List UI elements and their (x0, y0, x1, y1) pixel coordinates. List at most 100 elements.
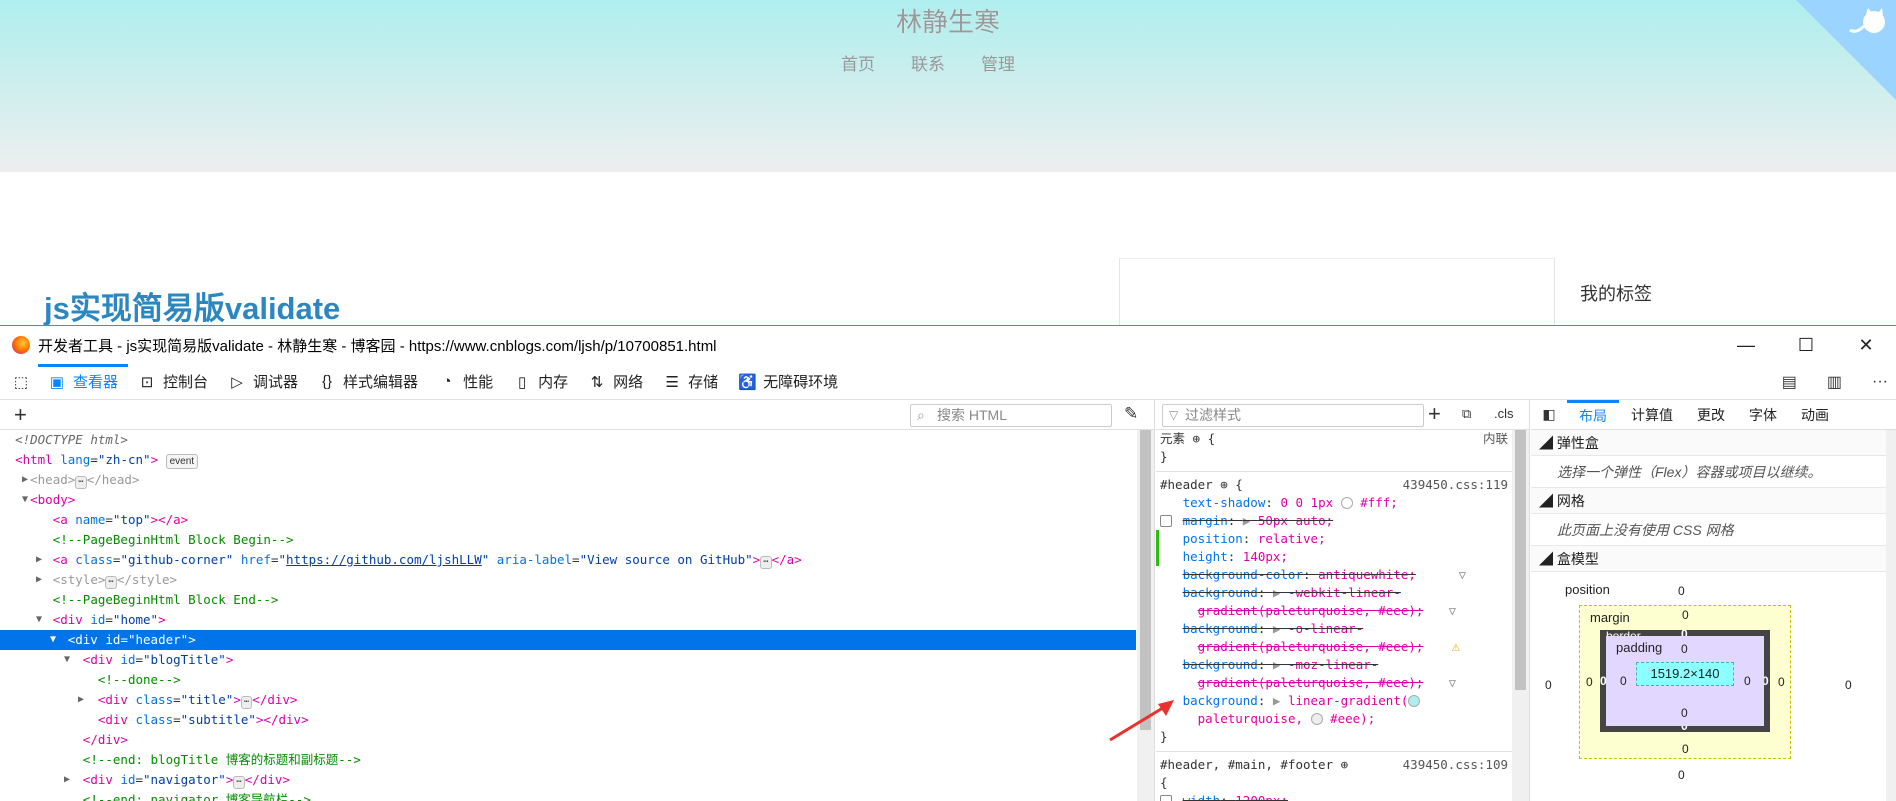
warning-icon[interactable]: ⚠ (1452, 638, 1460, 656)
filter-styles-input[interactable]: ▽ 过滤样式 (1162, 404, 1424, 427)
padding-top-value[interactable]: 0 (1681, 642, 1688, 656)
tab-layout[interactable]: 布局 (1567, 399, 1619, 430)
split-console-icon[interactable]: ▤ (1782, 372, 1797, 392)
nav-contact[interactable]: 联系 (911, 50, 945, 75)
collapse-toggle[interactable]: ▼ (50, 630, 56, 650)
declaration-checkbox[interactable] (1160, 515, 1172, 527)
markup-line-selected[interactable]: ▼ <div id="header"> (0, 630, 1136, 650)
toggle-sidebar-icon[interactable]: ◧ (1531, 406, 1567, 423)
markup-scrollbar[interactable] (1137, 430, 1154, 801)
tab-debugger[interactable]: ▷ 调试器 (218, 364, 308, 400)
scrollbar-thumb[interactable] (1140, 430, 1151, 730)
grid-accordion[interactable]: ◢ 网格 (1531, 488, 1896, 514)
github-corner[interactable] (1796, 0, 1896, 100)
post-title[interactable]: js实现简易版validate (44, 283, 340, 328)
minimize-button[interactable]: — (1716, 326, 1776, 364)
event-badge[interactable]: event (165, 454, 199, 469)
tab-storage[interactable]: ☰ 存储 (653, 364, 728, 400)
content-size[interactable]: 1519.2×140 (1636, 662, 1734, 686)
position-top-value[interactable]: 0 (1678, 584, 1685, 598)
declaration-overridden[interactable]: background-color: antiquewhite; ▽ (1156, 566, 1512, 584)
tab-animations[interactable]: 动画 (1789, 400, 1841, 430)
filter-overridden-icon[interactable]: ▽ (1459, 566, 1466, 584)
more-options-button[interactable]: ··· (1872, 373, 1888, 391)
filter-overridden-icon[interactable]: ▽ (1449, 674, 1456, 692)
expand-toggle[interactable]: ▶ (36, 550, 42, 570)
tab-fonts[interactable]: 字体 (1737, 400, 1789, 430)
markup-line[interactable]: ▶ <head> ⋯ </head> (0, 470, 1136, 490)
markup-line[interactable]: ▶ <style> ⋯ </style> (0, 570, 1136, 590)
position-bottom-value[interactable]: 0 (1678, 768, 1685, 782)
markup-line[interactable]: <!--end: navigator 博客导航栏--> (0, 790, 1136, 801)
markup-line[interactable]: </div> (0, 730, 1136, 750)
tab-style-editor[interactable]: {} 样式编辑器 (308, 364, 428, 400)
collapse-toggle[interactable]: ▼ (22, 490, 28, 510)
tab-console[interactable]: ⊡ 控制台 (128, 364, 218, 400)
rules-scrollbar[interactable] (1512, 430, 1529, 801)
scrollbar-thumb[interactable] (1515, 430, 1526, 690)
markup-line[interactable]: ▼ <div id="blogTitle"> (0, 650, 1136, 670)
margin-top-value[interactable]: 0 (1682, 608, 1689, 622)
declaration-disabled[interactable]: margin: ▶ 50px auto; (1156, 512, 1512, 530)
markup-line[interactable]: ▶ <a class="github-corner" href="https:/… (0, 550, 1136, 570)
collapse-toggle[interactable]: ▼ (36, 610, 42, 630)
color-swatch[interactable] (1310, 713, 1323, 725)
margin-right-value[interactable]: 0 (1778, 675, 1785, 689)
expand-toggle[interactable]: ▶ (64, 770, 70, 790)
markup-line[interactable]: <a name="top"></a> (0, 510, 1136, 530)
declaration-overridden[interactable]: background: ▶ -moz-linear- (1156, 656, 1512, 674)
rule-source-link[interactable]: 439450.css:109 (1403, 756, 1508, 774)
tab-changes[interactable]: 更改 (1685, 400, 1737, 430)
margin-bottom-value[interactable]: 0 (1682, 742, 1689, 756)
rule-selector[interactable]: #header (1160, 477, 1213, 492)
markup-line[interactable]: <!DOCTYPE html> (0, 430, 1136, 450)
position-left-value[interactable]: 0 (1545, 678, 1552, 692)
target-icon[interactable]: ⊕ (1341, 757, 1349, 772)
markup-line[interactable]: <div class="subtitle"></div> (0, 710, 1136, 730)
add-node-button[interactable]: + (14, 402, 27, 428)
markup-line[interactable]: <!--PageBeginHtml Block Begin--> (0, 530, 1136, 550)
tab-memory[interactable]: ▯ 内存 (503, 364, 578, 400)
nav-home[interactable]: 首页 (841, 50, 875, 75)
markup-line[interactable]: <html lang="zh-cn"> event (0, 450, 1136, 470)
layout-scrollbar[interactable] (1886, 430, 1896, 801)
rule-selector[interactable]: #header, #main, #footer (1160, 757, 1333, 772)
blog-title[interactable]: 林静生寒 (0, 2, 1896, 39)
declaration[interactable]: height: 140px; (1156, 530, 1512, 566)
close-button[interactable]: ✕ (1836, 326, 1896, 364)
declaration-overridden[interactable]: background: ▶ -webkit-linear- (1156, 584, 1512, 602)
position-right-value[interactable]: 0 (1845, 678, 1852, 692)
nav-manage[interactable]: 管理 (981, 50, 1015, 75)
markup-line[interactable]: ▼ <div id="home"> (0, 610, 1136, 630)
declaration-checkbox[interactable] (1160, 795, 1172, 801)
tab-performance[interactable]: ◔ 性能 (428, 364, 503, 400)
tab-accessibility[interactable]: ♿ 无障碍环境 (728, 364, 848, 400)
expand-toggle[interactable]: ▶ (22, 470, 28, 490)
add-rule-button[interactable]: + (1428, 401, 1441, 427)
flexbox-accordion[interactable]: ◢ 弹性盒 (1531, 430, 1896, 456)
color-swatch[interactable] (1408, 695, 1421, 707)
boxmodel-accordion[interactable]: ◢ 盒模型 (1531, 546, 1896, 572)
tab-network[interactable]: ⇅ 网络 (578, 364, 653, 400)
search-html-input[interactable]: ⌕ 搜索 HTML (910, 404, 1112, 427)
color-swatch[interactable] (1340, 497, 1353, 509)
markup-line[interactable]: ▶ <div class="title"> ⋯ </div> (0, 690, 1136, 710)
margin-left-value[interactable]: 0 (1586, 675, 1593, 689)
declaration[interactable]: text-shadow: 0 0 1px #fff; (1156, 494, 1512, 512)
expand-toggle[interactable]: ▶ (78, 690, 84, 710)
collapse-toggle[interactable]: ▼ (64, 650, 70, 670)
markup-line[interactable]: <!--done--> (0, 670, 1136, 690)
markup-line[interactable]: <!--PageBeginHtml Block End--> (0, 590, 1136, 610)
eyedropper-icon[interactable]: ✎ (1124, 404, 1138, 424)
padding-right-value[interactable]: 0 (1744, 674, 1751, 688)
cls-button[interactable]: .cls (1494, 406, 1514, 421)
padding-bottom-value[interactable]: 0 (1681, 706, 1688, 720)
maximize-button[interactable]: ☐ (1776, 326, 1836, 364)
element-picker-button[interactable]: ⬚ (0, 364, 38, 400)
toggle-pseudo-class-icon[interactable]: ⧉ (1462, 406, 1471, 422)
target-icon[interactable]: ⊕ (1193, 431, 1201, 446)
target-icon[interactable]: ⊕ (1220, 477, 1228, 492)
declaration-overridden[interactable]: background: ▶ -o-linear- (1156, 620, 1512, 638)
markup-line[interactable]: ▶ <div id="navigator"> ⋯ </div> (0, 770, 1136, 790)
markup-line[interactable]: <!--end: blogTitle 博客的标题和副标题--> (0, 750, 1136, 770)
